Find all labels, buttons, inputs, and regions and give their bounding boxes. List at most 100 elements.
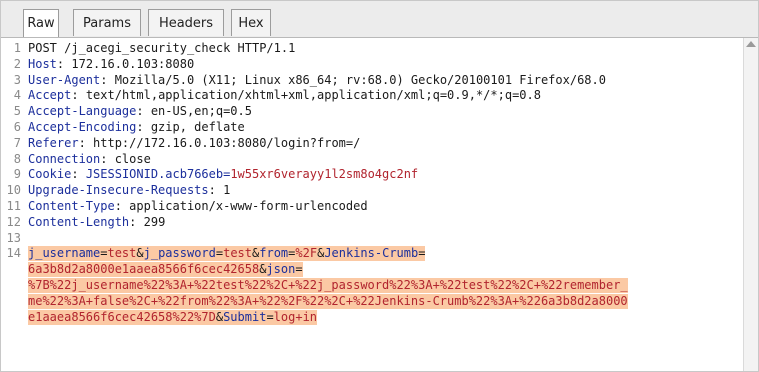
line-number: 1 xyxy=(13,41,21,55)
line-number: 10 xyxy=(6,183,21,198)
header-value: en-US,en;q=0.5 xyxy=(143,104,252,119)
param-value: %7B%22j_username%22%3A+%22test%22%2C+%22… xyxy=(28,278,628,292)
param-value: log+in xyxy=(273,309,318,324)
request-line: 2 Host: 172.16.0.103:8080 xyxy=(1,57,758,72)
body-content: %7B%22j_username%22%3A+%22test%22%2C+%22… xyxy=(28,278,628,293)
line-content: Host: 172.16.0.103:8080 xyxy=(28,57,194,72)
cookie-name: JSESSIONID.acb766eb= xyxy=(78,167,231,182)
body-line: %7B%22j_username%22%3A+%22test%22%2C+%22… xyxy=(1,278,758,293)
body-content: e1aaea8566f6cec42658%22%7D&Submit=log+in xyxy=(28,309,318,325)
header-colon: : xyxy=(136,104,144,119)
request-line: 9 Cookie: JSESSIONID.acb766eb=1w55xr6vera… xyxy=(1,167,758,182)
line-number: 6 xyxy=(13,120,21,134)
line-content: Upgrade-Insecure-Requests: 1 xyxy=(28,183,230,198)
request-line: 8 Connection: close xyxy=(1,152,758,167)
line-number: 3 xyxy=(13,72,21,87)
line-content: User-Agent: Mozilla/5.0 (X11; Linux x86_… xyxy=(28,73,606,88)
line-content: Accept-Language: en-US,en;q=0.5 xyxy=(28,104,252,119)
cookie-value: 1w55xr6verayy1l2sm8o4gc2nf xyxy=(230,167,419,182)
line-content: Referer: http://172.16.0.103:8080/login?… xyxy=(28,136,360,151)
request-line: 13 xyxy=(1,231,758,246)
line-number: 14 xyxy=(6,246,21,261)
line-number: 8 xyxy=(13,151,21,166)
line-content: Accept: text/html,application/xhtml+xml,… xyxy=(28,88,541,103)
header-name: Referer xyxy=(28,135,79,150)
line-content: POST /j_acegi_security_check HTTP/1.1 xyxy=(28,41,296,55)
header-colon: : xyxy=(136,120,144,134)
param-separator: & xyxy=(136,246,144,261)
line-content: Connection: close xyxy=(28,152,151,167)
header-value: gzip, deflate xyxy=(143,120,245,134)
line-number: 11 xyxy=(6,199,21,213)
scroll-up-arrow-icon[interactable] xyxy=(746,41,756,47)
header-colon: : xyxy=(114,199,122,213)
tab-params[interactable]: Params xyxy=(73,9,141,36)
param-value: test xyxy=(223,246,253,261)
param-value: e1aaea8566f6cec42658%22%7D xyxy=(28,309,216,324)
vertical-scrollbar[interactable] xyxy=(743,38,758,371)
header-name: Accept xyxy=(28,88,72,103)
line-number: 12 xyxy=(6,214,21,229)
header-value: 1 xyxy=(215,183,231,198)
header-name: Accept-Encoding xyxy=(28,120,137,134)
body-content: j_username=test&j_password=test&from=%2F… xyxy=(28,246,426,262)
header-name: User-Agent xyxy=(28,72,101,87)
header-value: 172.16.0.103:8080 xyxy=(64,56,195,71)
line-content: Content-Length: 299 xyxy=(28,215,165,230)
header-name: Accept-Language xyxy=(28,104,137,119)
request-line: 10 Upgrade-Insecure-Requests: 1 xyxy=(1,183,758,198)
line-number: 4 xyxy=(13,88,21,103)
request-line: 1 POST /j_acegi_security_check HTTP/1.1 xyxy=(1,41,758,56)
header-name: Connection xyxy=(28,151,101,166)
param-separator: = xyxy=(295,262,303,277)
param-name: from xyxy=(259,246,289,261)
header-colon: : xyxy=(71,167,79,182)
header-name: Content-Type xyxy=(28,199,115,213)
request-line: 5 Accept-Language: en-US,en;q=0.5 xyxy=(1,104,758,119)
param-value: 6a3b8d2a8000e1aaea8566f6cec42658 xyxy=(28,262,260,277)
tab-hex[interactable]: Hex xyxy=(231,9,271,36)
line-number: 13 xyxy=(6,230,21,245)
line-content: Content-Type: application/x-www-form-url… xyxy=(28,199,368,214)
param-separator: = xyxy=(418,246,426,261)
header-name: Upgrade-Insecure-Requests xyxy=(28,183,209,198)
header-value: Mozilla/5.0 (X11; Linux x86_64; rv:68.0)… xyxy=(107,72,606,87)
header-name: Content-Length xyxy=(28,214,130,229)
header-colon: : xyxy=(208,183,216,198)
param-name: Submit xyxy=(223,309,267,324)
request-line: 11 Content-Type: application/x-www-form-u… xyxy=(1,199,758,214)
body-line: me%22%3A+false%2C+%22from%22%3A+%22%2F%2… xyxy=(1,293,758,309)
body-line: e1aaea8566f6cec42658%22%7D&Submit=log+in xyxy=(1,309,758,325)
header-value: text/html,application/xhtml+xml,applicat… xyxy=(78,88,541,103)
header-value: 299 xyxy=(136,214,166,229)
body-line: 6a3b8d2a8000e1aaea8566f6cec42658&json= xyxy=(1,262,758,278)
tab-raw[interactable]: Raw xyxy=(23,9,59,37)
request-line: 4 Accept: text/html,application/xhtml+xml… xyxy=(1,88,758,103)
param-value: test xyxy=(107,246,137,261)
tab-bar: Raw Params Headers Hex xyxy=(1,1,758,38)
param-name: json xyxy=(266,262,296,277)
line-number: 7 xyxy=(13,135,21,150)
param-name: j_username xyxy=(28,246,101,261)
body-line: 14 j_username=test&j_password=test&from=%… xyxy=(1,246,758,262)
header-value: close xyxy=(107,151,151,166)
request-line: 3 User-Agent: Mozilla/5.0 (X11; Linux x86… xyxy=(1,73,758,88)
line-number: 2 xyxy=(13,56,21,71)
tab-headers[interactable]: Headers xyxy=(148,9,224,36)
body-content: me%22%3A+false%2C+%22from%22%3A+%22%2F%2… xyxy=(28,293,628,309)
param-separator: & xyxy=(215,309,224,324)
header-name: Host xyxy=(28,56,57,71)
header-name: Cookie xyxy=(28,167,72,182)
line-number: 5 xyxy=(13,104,21,119)
param-name: j_password xyxy=(143,246,216,261)
param-value: %2F xyxy=(295,246,318,261)
body-content: 6a3b8d2a8000e1aaea8566f6cec42658&json= xyxy=(28,262,303,278)
param-name: Jenkins-Crumb xyxy=(324,246,419,261)
param-separator: = xyxy=(266,309,274,324)
line-content: Accept-Encoding: gzip, deflate xyxy=(28,120,245,135)
request-line: 7 Referer: http://172.16.0.103:8080/login… xyxy=(1,136,758,151)
request-line: 12 Content-Length: 299 xyxy=(1,215,758,230)
header-colon: : xyxy=(78,135,86,150)
raw-request-editor[interactable]: 1 POST /j_acegi_security_check HTTP/1.1 2 H… xyxy=(1,38,758,371)
request-line: 6 Accept-Encoding: gzip, deflate xyxy=(1,120,758,135)
